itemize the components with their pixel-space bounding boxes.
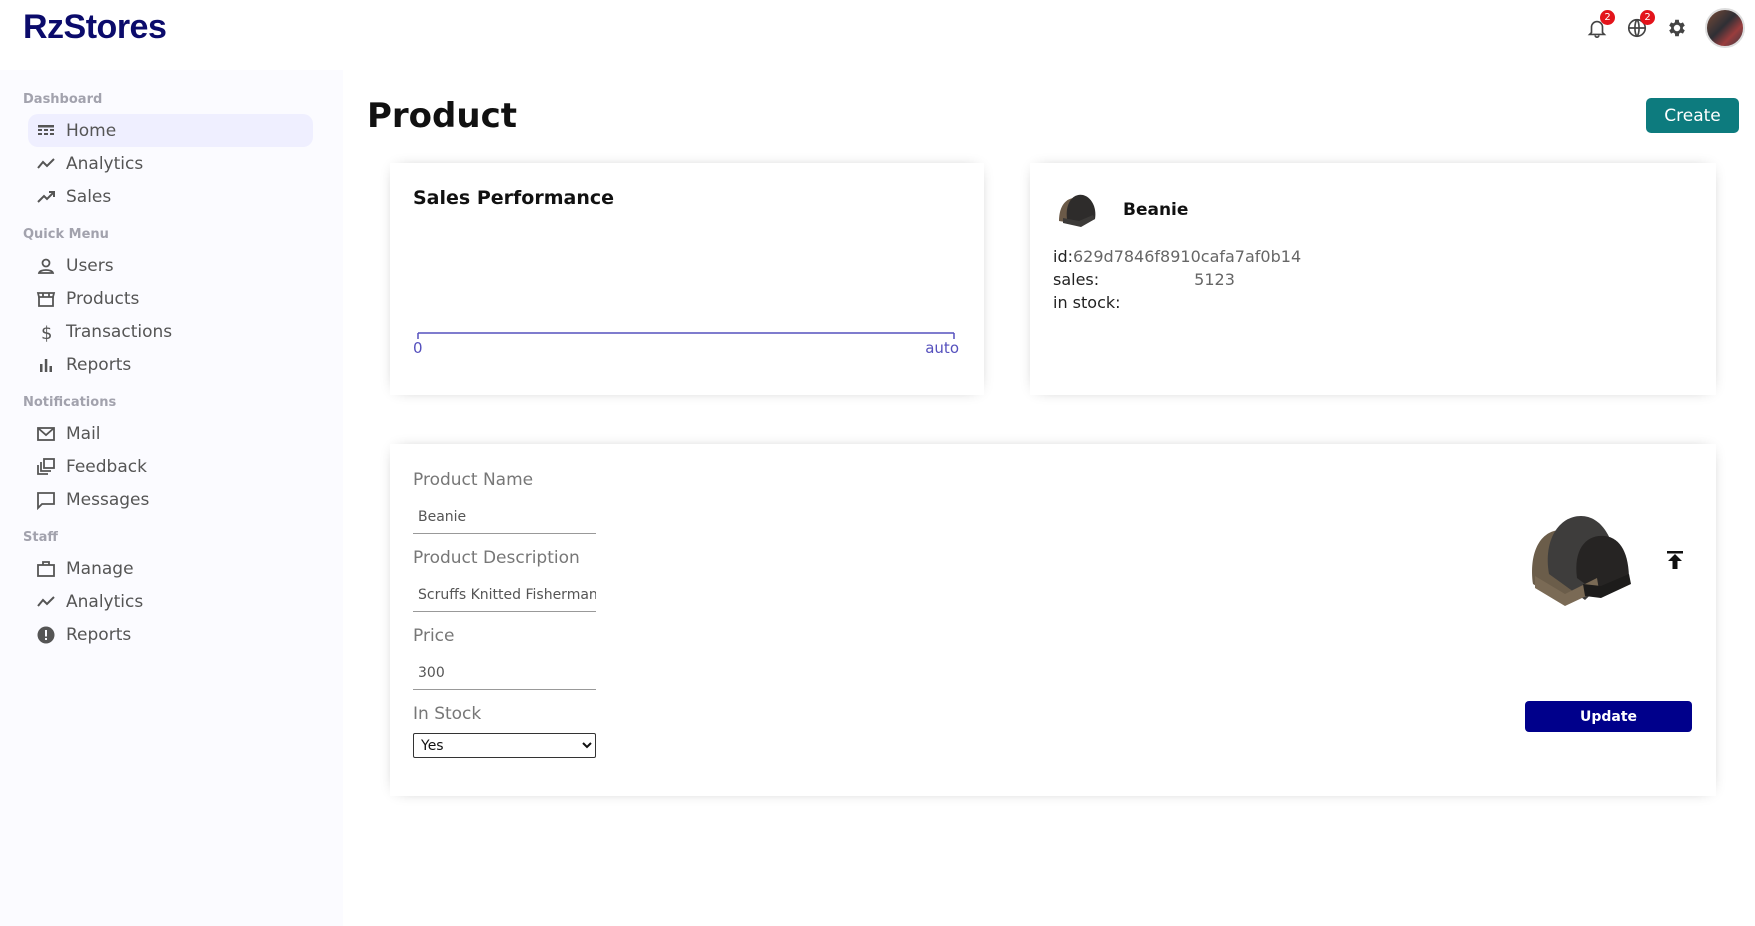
avatar[interactable]: [1705, 8, 1745, 48]
bar-chart-icon: [36, 355, 56, 375]
trending-up-icon: [36, 187, 56, 207]
info-value: 5123: [1194, 270, 1235, 289]
x-axis-end-label: auto: [925, 339, 959, 357]
info-value: 629d7846f8910cafa7af0b14: [1073, 247, 1302, 266]
product-description-input[interactable]: [413, 578, 596, 612]
info-row-id: id: 629d7846f8910cafa7af0b14: [1053, 245, 1301, 268]
sidebar-section-notifications: Notifications Mail Feedback Messages: [23, 393, 343, 516]
sidebar-section-title: Staff: [23, 530, 58, 545]
sidebar-item-messages[interactable]: Messages: [28, 483, 313, 516]
sidebar-item-label: Analytics: [66, 153, 144, 174]
price-input[interactable]: [413, 656, 596, 690]
info-key: id:: [1053, 247, 1073, 266]
create-button[interactable]: Create: [1646, 98, 1739, 133]
sidebar-item-label: Manage: [66, 558, 134, 579]
sidebar-item-label: Messages: [66, 489, 150, 510]
info-key: in stock:: [1053, 293, 1121, 312]
in-stock-select[interactable]: Yes No: [413, 733, 596, 758]
in-stock-label: In Stock: [413, 704, 482, 724]
product-name-label: Product Name: [413, 470, 534, 490]
sidebar-item-label: Analytics: [66, 591, 144, 612]
product-image: [1532, 516, 1631, 606]
info-row-stock: in stock:: [1053, 291, 1301, 314]
notifications-badge: 2: [1600, 10, 1615, 25]
svg-text:$: $: [41, 323, 52, 342]
info-key: sales:: [1053, 270, 1100, 289]
product-description-label: Product Description: [413, 548, 580, 568]
product-name-input[interactable]: [413, 500, 596, 534]
sidebar-item-feedback[interactable]: Feedback: [28, 450, 313, 483]
top-icons: 2 2: [1585, 8, 1745, 48]
page-title: Product: [367, 96, 517, 136]
sales-chart: 0 auto: [413, 332, 959, 357]
sidebar-item-label: Transactions: [66, 321, 173, 342]
info-row-sales: sales: 5123: [1053, 268, 1301, 291]
work-icon: [36, 559, 56, 579]
sidebar-item-reports[interactable]: Reports: [28, 348, 313, 381]
settings-button[interactable]: [1665, 16, 1689, 40]
sidebar-section-quick-menu: Quick Menu Users Products $ Transactions…: [23, 225, 343, 381]
upload-icon[interactable]: [1663, 548, 1687, 572]
sidebar-item-label: Sales: [66, 186, 112, 207]
dollar-icon: $: [36, 322, 56, 342]
sidebar: Dashboard Home Analytics Sales Quick Men…: [0, 70, 343, 926]
timeline-icon: [36, 154, 56, 174]
sidebar-item-label: Mail: [66, 423, 101, 444]
sidebar-item-label: Reports: [66, 354, 132, 375]
sidebar-item-products[interactable]: Products: [28, 282, 313, 315]
sidebar-item-label: Home: [66, 120, 117, 141]
mail-icon: [36, 424, 56, 444]
sidebar-item-manage[interactable]: Manage: [28, 552, 313, 585]
product-edit-form: Product Name Product Description Price I…: [390, 444, 1716, 796]
gear-icon: [1669, 19, 1685, 37]
sidebar-section-dashboard: Dashboard Home Analytics Sales: [23, 90, 343, 213]
user-icon: [36, 256, 56, 276]
sidebar-item-label: Users: [66, 255, 114, 276]
dynamic-feed-icon: [36, 457, 56, 477]
product-info-card: Beanie id: 629d7846f8910cafa7af0b14 sale…: [1030, 163, 1716, 395]
table-icon: [36, 121, 56, 141]
product-thumbnail: [1053, 185, 1101, 233]
sidebar-item-mail[interactable]: Mail: [28, 417, 313, 450]
chat-bubble-icon: [36, 490, 56, 510]
sidebar-section-title: Quick Menu: [23, 227, 109, 242]
sidebar-item-sales[interactable]: Sales: [28, 180, 313, 213]
sidebar-item-label: Products: [66, 288, 140, 309]
sidebar-item-staff-analytics[interactable]: Analytics: [28, 585, 313, 618]
sidebar-item-transactions[interactable]: $ Transactions: [28, 315, 313, 348]
storefront-icon: [36, 289, 56, 309]
product-info-rows: id: 629d7846f8910cafa7af0b14 sales: 5123…: [1053, 245, 1301, 314]
logo[interactable]: RzStores: [23, 8, 167, 47]
sidebar-section-staff: Staff Manage Analytics Reports: [23, 528, 343, 651]
sidebar-item-label: Reports: [66, 624, 132, 645]
timeline-icon: [36, 592, 56, 612]
sidebar-item-staff-reports[interactable]: Reports: [28, 618, 313, 651]
sales-performance-card: Sales Performance 0 auto: [390, 163, 984, 395]
sidebar-section-title: Notifications: [23, 395, 117, 410]
sidebar-item-label: Feedback: [66, 456, 147, 477]
sidebar-item-users[interactable]: Users: [28, 249, 313, 282]
report-icon: [36, 625, 56, 645]
sidebar-section-title: Dashboard: [23, 92, 103, 107]
product-name: Beanie: [1123, 200, 1189, 220]
language-button[interactable]: 2: [1625, 10, 1655, 40]
update-button[interactable]: Update: [1525, 701, 1692, 732]
notifications-button[interactable]: 2: [1585, 10, 1615, 40]
language-badge: 2: [1640, 10, 1655, 25]
form-fields: Product Name Product Description Price I…: [413, 468, 603, 758]
top-bar: RzStores 2 2: [0, 0, 1755, 60]
price-label: Price: [413, 626, 455, 646]
sidebar-item-home[interactable]: Home: [28, 114, 313, 147]
x-axis-start-label: 0: [413, 339, 423, 357]
sidebar-item-analytics[interactable]: Analytics: [28, 147, 313, 180]
